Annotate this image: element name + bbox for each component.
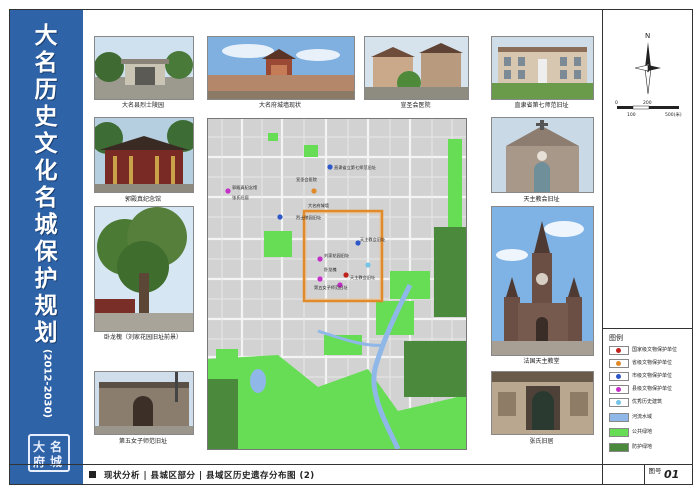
- north-arrow-icon: [634, 42, 661, 95]
- title-char: 大: [34, 22, 58, 49]
- legend-swatch: [609, 398, 629, 407]
- map-label: 宣圣会医院: [296, 176, 318, 183]
- photo-caption: 天主教会旧址: [523, 196, 560, 203]
- photo-hospital: [364, 36, 469, 100]
- legend-item: 优秀历史建筑: [609, 397, 693, 407]
- svg-text:200: 200: [643, 100, 652, 106]
- plan-years: (2012-2030): [41, 349, 53, 418]
- legend-title: 图例: [609, 334, 623, 342]
- map-sheet: 大 名 历 史 文 化 名 城 保 护规划 (2012-2030) 大 名 府 …: [9, 9, 693, 485]
- photo-caption: 张氏旧居: [529, 438, 554, 445]
- title-char: 化: [34, 157, 58, 184]
- title-char: 名: [34, 49, 58, 76]
- figure-number: 01: [664, 468, 680, 481]
- svg-text:500(米): 500(米): [665, 111, 682, 118]
- county-map[interactable]: 直隶省立第七师范旧址 郭殿真纪念馆 天主教会旧址 烈士陵园旧址 刘家花园旧址 天…: [207, 118, 467, 450]
- map-label: 张氏旧居: [232, 194, 249, 201]
- photo-memorial-hall: [94, 117, 194, 193]
- photo-martyrs-cemetery: [94, 36, 194, 100]
- right-panel: N 0 200 100 500(米) 图例 国家级文物保护单位 省级文物保护单位…: [602, 10, 693, 484]
- photo-caption: 宣圣会医院: [400, 102, 431, 109]
- svg-text:100: 100: [627, 112, 636, 118]
- legend-item: 公共绿地: [609, 427, 693, 437]
- photo-city-wall: [207, 36, 355, 100]
- vertical-title: 大 名 历 史 文 化 名 城 保 护规划: [16, 22, 76, 346]
- map-label: 第五女子师范旧址: [314, 284, 348, 291]
- photo-dragon-tree: [94, 206, 194, 332]
- map-label: 烈士陵园旧址: [296, 214, 322, 221]
- map-label: 刘家花园旧址: [324, 252, 350, 259]
- map-label: 大名府城墙: [308, 202, 329, 209]
- footer-bar: 现状分析 | 县城区部分 | 县域区历史遗存分布图 (2) 图号 01: [10, 464, 692, 485]
- photo-normal-school: [491, 36, 594, 100]
- photo-caption: 第五女子师范旧址: [118, 438, 167, 445]
- title-sidebar: 大 名 历 史 文 化 名 城 保 护规划 (2012-2030) 大 名 府 …: [10, 10, 83, 484]
- map-label: 卧龙槐: [324, 266, 337, 273]
- legend-swatch: [609, 359, 629, 368]
- title-char: 规: [34, 292, 58, 319]
- title-char: 护: [34, 265, 58, 292]
- photo-caption: 大名县烈士陵园: [121, 102, 164, 109]
- legend-swatch: [609, 413, 629, 422]
- title-char: 历: [34, 76, 58, 103]
- map-label: 直隶省立第七师范旧址: [334, 164, 377, 171]
- svg-text:0: 0: [615, 100, 618, 106]
- legend-item: 防护绿地: [609, 442, 693, 452]
- compass-area: N 0 200 100 500(米): [603, 10, 693, 120]
- legend: 图例 国家级文物保护单位 省级文物保护单位 市级文物保护单位 县级文物保护单位 …: [603, 328, 693, 475]
- legend-item: 国家级文物保护单位: [609, 345, 693, 355]
- photo-womens-school: [94, 371, 194, 435]
- photo-caption: 卧龙槐（刘家花园旧址前景）: [103, 334, 182, 341]
- legend-swatch: [609, 385, 629, 394]
- legend-item: 省级文物保护单位: [609, 358, 693, 368]
- scale-bar: 0 200 100 500(米): [615, 100, 682, 118]
- legend-item: 县级文物保护单位: [609, 384, 693, 394]
- sheet-title: 现状分析 | 县城区部分 | 县域区历史遗存分布图 (2): [104, 471, 315, 481]
- photo-french-church: [491, 206, 594, 356]
- figure-label: 图号: [648, 467, 662, 475]
- title-char: 文: [34, 130, 58, 157]
- legend-swatch: [609, 428, 629, 437]
- photo-church-former-site: [491, 117, 594, 193]
- map-label: 天主教会旧址: [350, 274, 376, 281]
- photo-zhang-residence: [491, 371, 594, 435]
- title-char: 城: [34, 211, 58, 238]
- map-label: 天主教会旧址: [360, 236, 386, 243]
- legend-swatch: [609, 443, 629, 452]
- map-label: 郭殿真纪念馆: [232, 184, 257, 191]
- title-char: 史: [34, 103, 58, 130]
- photo-caption: 法国天主教堂: [523, 358, 560, 365]
- north-letter: N: [645, 32, 650, 40]
- legend-item: 河流水域: [609, 412, 693, 422]
- square-bullet-icon: [89, 471, 96, 478]
- title-char: 保: [34, 238, 58, 265]
- footer-divider: [644, 465, 645, 485]
- legend-item: 市级文物保护单位: [609, 371, 693, 381]
- photo-caption: 大名府城墙现状: [258, 102, 301, 109]
- photo-caption: 郭殿真纪念馆: [124, 196, 161, 203]
- title-char: 名: [34, 184, 58, 211]
- photo-caption: 直隶省第七师范旧址: [514, 102, 569, 109]
- legend-swatch: [609, 372, 629, 381]
- legend-swatch: [609, 346, 629, 355]
